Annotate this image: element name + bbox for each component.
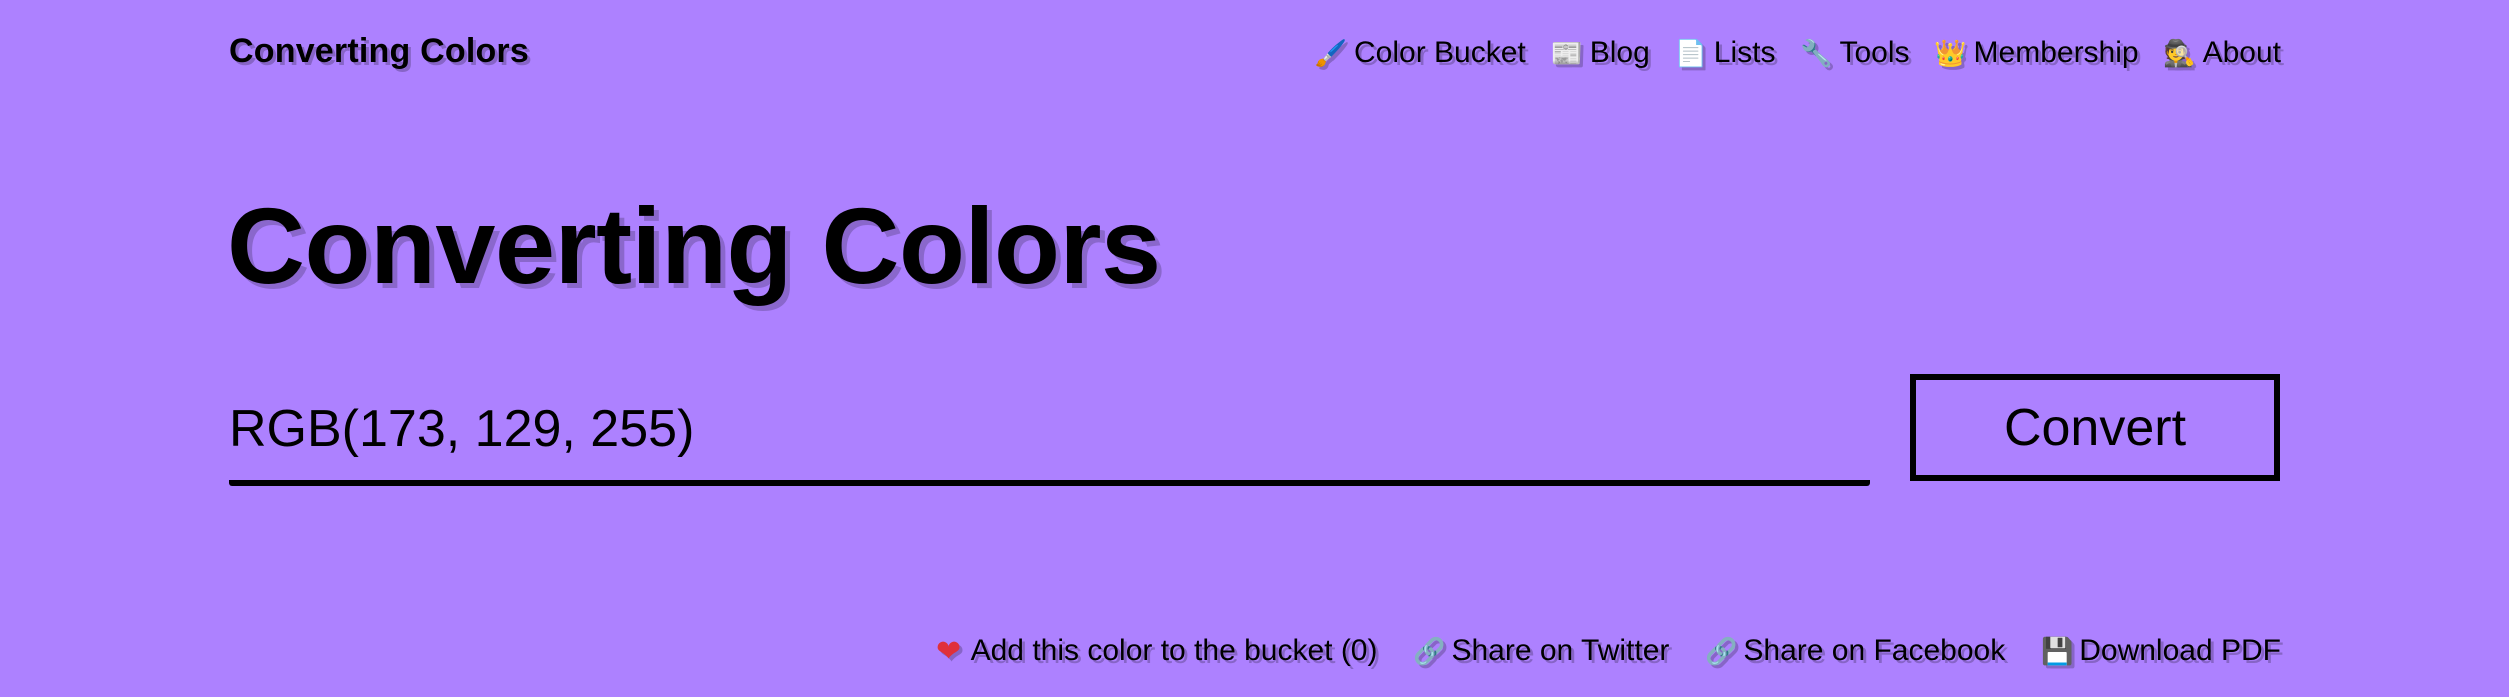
share-facebook-link[interactable]: 🔗 Share on Facebook	[1705, 634, 2005, 668]
floppy-disk-icon: 💾	[2041, 635, 2074, 666]
nav-item-about[interactable]: 🕵️ About	[2163, 36, 2281, 70]
newspaper-icon: 📰	[1550, 37, 1583, 68]
heart-icon: ❤	[936, 634, 962, 668]
site-brand[interactable]: Converting Colors	[229, 32, 529, 71]
nav-item-label: Membership	[1973, 36, 2139, 69]
link-icon: 🔗	[1705, 635, 1738, 666]
nav-item-label: Tools	[1839, 36, 1910, 69]
main-nav: 🖌️ Color Bucket 📰 Blog 📄 Lists 🔧 Tools 👑…	[1314, 36, 2281, 70]
crown-icon: 👑	[1934, 37, 1967, 68]
nav-item-color-bucket[interactable]: 🖌️ Color Bucket	[1314, 36, 1526, 70]
color-input[interactable]	[229, 396, 1870, 462]
page-icon: 📄	[1674, 37, 1707, 68]
link-icon: 🔗	[1413, 635, 1446, 666]
nav-item-label: Blog	[1589, 36, 1650, 69]
color-input-container	[229, 384, 1870, 486]
share-twitter-link[interactable]: 🔗 Share on Twitter	[1413, 634, 1669, 668]
page-title: Converting Colors	[227, 185, 1161, 306]
action-label: Download PDF	[2079, 634, 2281, 667]
detective-icon: 🕵️	[2163, 37, 2196, 68]
download-pdf-link[interactable]: 💾 Download PDF	[2041, 634, 2281, 668]
nav-item-membership[interactable]: 👑 Membership	[1934, 36, 2139, 70]
color-actions: ❤ Add this color to the bucket (0) 🔗 Sha…	[933, 634, 2281, 668]
nav-item-label: Color Bucket	[1354, 36, 1526, 69]
nav-item-lists[interactable]: 📄 Lists	[1674, 36, 1776, 70]
convert-button[interactable]: Convert	[1910, 374, 2280, 481]
nav-item-label: About	[2202, 36, 2281, 69]
add-to-bucket-button[interactable]: ❤ Add this color to the bucket (0)	[933, 634, 1378, 668]
action-label: Add this color to the bucket (0)	[970, 634, 1378, 667]
action-label: Share on Facebook	[1743, 634, 2006, 667]
nav-item-tools[interactable]: 🔧 Tools	[1800, 36, 1910, 70]
nav-item-blog[interactable]: 📰 Blog	[1550, 36, 1650, 70]
paintbrush-icon: 🖌️	[1314, 37, 1348, 68]
nav-item-label: Lists	[1713, 36, 1776, 69]
action-label: Share on Twitter	[1451, 634, 1670, 667]
wrench-icon: 🔧	[1800, 37, 1833, 68]
